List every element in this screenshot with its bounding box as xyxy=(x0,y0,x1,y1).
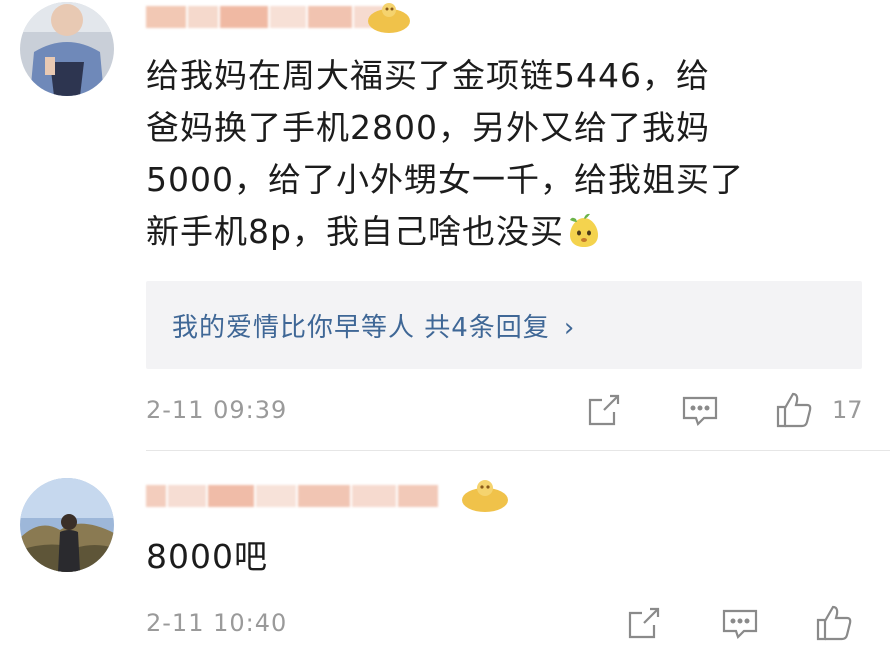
username-blurred[interactable] xyxy=(146,481,462,511)
like-count: 17 xyxy=(832,396,863,424)
comment-icon[interactable] xyxy=(720,603,760,643)
share-icon[interactable] xyxy=(624,603,664,643)
username-blurred[interactable] xyxy=(146,2,396,32)
comment-item: 8000吧 2-11 10:40 xyxy=(0,453,890,652)
comment-timestamp: 2-11 10:40 xyxy=(146,609,288,637)
reply-summary-box[interactable]: 我的爱情比你早等人 共4条回复 › xyxy=(146,281,862,369)
comment-line: 5000，给了小外甥女一千，给我姐买了 xyxy=(146,160,744,199)
thumbs-up-icon[interactable] xyxy=(774,390,814,430)
comment-line: 8000吧 xyxy=(146,537,268,576)
comment-divider xyxy=(146,450,890,451)
share-icon[interactable] xyxy=(584,390,624,430)
avatar[interactable] xyxy=(20,2,114,96)
comment-text: 8000吧 xyxy=(146,531,871,583)
pear-face-emoji-icon xyxy=(566,212,602,264)
comment-item: 给我妈在周大福买了金项链5446，给 爸妈换了手机2800，另外又给了我妈 50… xyxy=(0,0,890,450)
vip-badge-icon xyxy=(366,1,412,39)
comment-meta: 2-11 10:40 xyxy=(146,603,890,643)
comment-line: 新手机8p，我自己啥也没买 xyxy=(146,206,871,258)
thumbs-up-icon[interactable] xyxy=(814,603,854,643)
avatar[interactable] xyxy=(20,478,114,572)
comment-line: 爸妈换了手机2800，另外又给了我妈 xyxy=(146,108,710,147)
comment-text: 给我妈在周大福买了金项链5446，给 爸妈换了手机2800，另外又给了我妈 50… xyxy=(146,50,871,258)
comment-icon[interactable] xyxy=(680,390,720,430)
vip-badge-icon xyxy=(460,478,510,518)
reply-summary-link[interactable]: 我的爱情比你早等人 共4条回复 › xyxy=(172,307,575,344)
comment-meta: 2-11 09:39 17 xyxy=(146,390,890,430)
comment-timestamp: 2-11 09:39 xyxy=(146,396,288,424)
chevron-right-icon: › xyxy=(563,313,576,343)
comment-line: 给我妈在周大福买了金项链5446，给 xyxy=(146,56,710,95)
